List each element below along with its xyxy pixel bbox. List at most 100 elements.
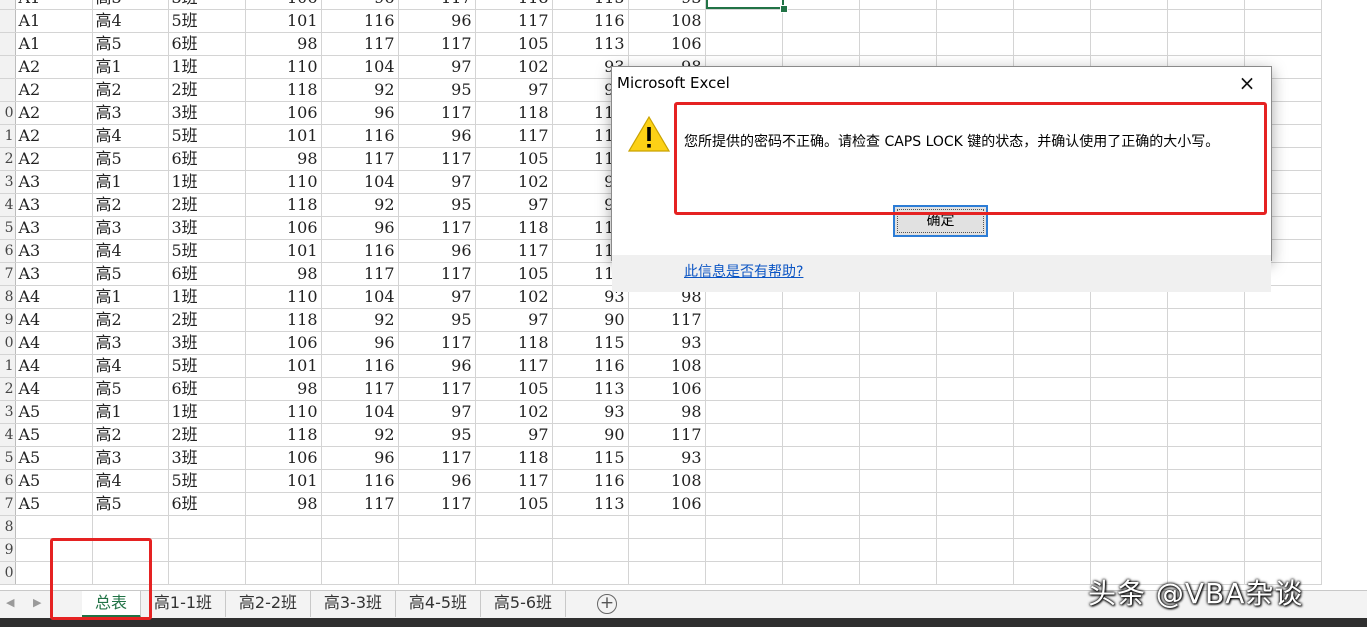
grid-cell[interactable] (1167, 331, 1245, 355)
row-header[interactable]: 0 (0, 331, 16, 355)
grid-cell[interactable]: 98 (245, 262, 322, 286)
grid-cell[interactable] (1244, 354, 1322, 378)
grid-cell[interactable] (475, 515, 553, 539)
grid-cell[interactable]: 高2 (92, 78, 169, 102)
tab-高5-6班[interactable]: 高5-6班 (481, 591, 566, 617)
grid-cell[interactable]: 2班 (168, 308, 246, 332)
grid-cell[interactable] (1013, 492, 1091, 516)
grid-cell[interactable]: 117 (398, 492, 476, 516)
grid-cell[interactable]: 118 (245, 78, 322, 102)
grid-cell[interactable]: 116 (321, 124, 399, 148)
grid-cell[interactable] (1013, 538, 1091, 562)
grid-cell[interactable]: 高4 (92, 354, 169, 378)
grid-cell[interactable]: A1 (15, 32, 93, 56)
grid-cell[interactable]: 96 (321, 101, 399, 125)
grid-cell[interactable]: 5班 (168, 124, 246, 148)
grid-cell[interactable]: 高3 (92, 446, 169, 470)
grid-cell[interactable]: 93 (628, 446, 706, 470)
grid-cell[interactable] (782, 0, 860, 10)
grid-cell[interactable]: 115 (552, 446, 629, 470)
row-header[interactable]: 1 (0, 354, 16, 378)
grid-cell[interactable]: 高4 (92, 124, 169, 148)
grid-cell[interactable] (1167, 446, 1245, 470)
row-header[interactable] (0, 55, 16, 79)
grid-cell[interactable]: 117 (398, 0, 476, 10)
grid-cell[interactable]: 117 (628, 423, 706, 447)
grid-cell[interactable] (1013, 32, 1091, 56)
grid-cell[interactable] (859, 354, 937, 378)
grid-cell[interactable]: 96 (321, 446, 399, 470)
tab-高3-3班[interactable]: 高3-3班 (311, 591, 396, 617)
grid-cell[interactable]: A5 (15, 423, 93, 447)
grid-cell[interactable]: 高2 (92, 193, 169, 217)
grid-cell[interactable]: 116 (552, 9, 629, 33)
tab-高2-2班[interactable]: 高2-2班 (226, 591, 311, 617)
grid-cell[interactable] (705, 538, 783, 562)
grid-cell[interactable] (1090, 492, 1168, 516)
grid-cell[interactable]: 高3 (92, 216, 169, 240)
grid-cell[interactable]: 2班 (168, 423, 246, 447)
grid-cell[interactable] (859, 423, 937, 447)
grid-cell[interactable] (1090, 0, 1168, 10)
grid-cell[interactable]: 5班 (168, 469, 246, 493)
grid-cell[interactable]: 96 (398, 239, 476, 263)
grid-cell[interactable]: 101 (245, 354, 322, 378)
grid-cell[interactable] (936, 561, 1014, 585)
grid-cell[interactable] (859, 515, 937, 539)
grid-cell[interactable] (1167, 308, 1245, 332)
grid-cell[interactable] (705, 32, 783, 56)
grid-cell[interactable] (552, 561, 629, 585)
grid-cell[interactable]: A5 (15, 400, 93, 424)
grid-cell[interactable] (15, 561, 93, 585)
grid-cell[interactable] (1244, 423, 1322, 447)
row-header[interactable]: 3 (0, 170, 16, 194)
grid-cell[interactable] (782, 423, 860, 447)
grid-cell[interactable] (1090, 308, 1168, 332)
grid-cell[interactable] (552, 515, 629, 539)
grid-cell[interactable]: 105 (475, 262, 553, 286)
grid-cell[interactable]: 90 (552, 423, 629, 447)
grid-cell[interactable] (1013, 0, 1091, 10)
grid-cell[interactable] (782, 354, 860, 378)
grid-cell[interactable] (936, 492, 1014, 516)
row-header[interactable]: 3 (0, 400, 16, 424)
grid-cell[interactable]: A3 (15, 262, 93, 286)
row-header[interactable]: 6 (0, 239, 16, 263)
grid-cell[interactable]: 117 (628, 308, 706, 332)
row-header[interactable]: 0 (0, 101, 16, 125)
grid-cell[interactable]: 113 (552, 32, 629, 56)
grid-cell[interactable] (936, 538, 1014, 562)
grid-cell[interactable]: 113 (552, 377, 629, 401)
row-header[interactable] (0, 0, 16, 10)
grid-cell[interactable]: 102 (475, 400, 553, 424)
grid-cell[interactable]: 1班 (168, 400, 246, 424)
grid-cell[interactable]: 92 (321, 78, 399, 102)
grid-cell[interactable] (1090, 538, 1168, 562)
grid-cell[interactable] (245, 538, 322, 562)
grid-cell[interactable]: 101 (245, 124, 322, 148)
grid-cell[interactable]: 106 (628, 492, 706, 516)
row-header[interactable]: 4 (0, 423, 16, 447)
grid-cell[interactable] (1167, 377, 1245, 401)
grid-cell[interactable]: 3班 (168, 331, 246, 355)
grid-cell[interactable] (1244, 492, 1322, 516)
grid-cell[interactable]: A2 (15, 55, 93, 79)
grid-cell[interactable]: A5 (15, 492, 93, 516)
grid-cell[interactable] (92, 561, 169, 585)
grid-cell[interactable] (1167, 515, 1245, 539)
grid-cell[interactable]: A3 (15, 193, 93, 217)
grid-cell[interactable]: 3班 (168, 216, 246, 240)
grid-cell[interactable]: 98 (245, 32, 322, 56)
grid-cell[interactable] (936, 0, 1014, 10)
grid-cell[interactable] (936, 469, 1014, 493)
grid-cell[interactable]: 117 (321, 262, 399, 286)
grid-cell[interactable]: 104 (321, 55, 399, 79)
grid-cell[interactable]: 106 (245, 0, 322, 10)
grid-cell[interactable]: 96 (321, 331, 399, 355)
grid-cell[interactable]: 116 (321, 354, 399, 378)
grid-cell[interactable] (936, 9, 1014, 33)
grid-cell[interactable]: 高1 (92, 400, 169, 424)
grid-cell[interactable]: 104 (321, 285, 399, 309)
row-header[interactable]: 0 (0, 561, 16, 585)
grid-cell[interactable]: 92 (321, 193, 399, 217)
